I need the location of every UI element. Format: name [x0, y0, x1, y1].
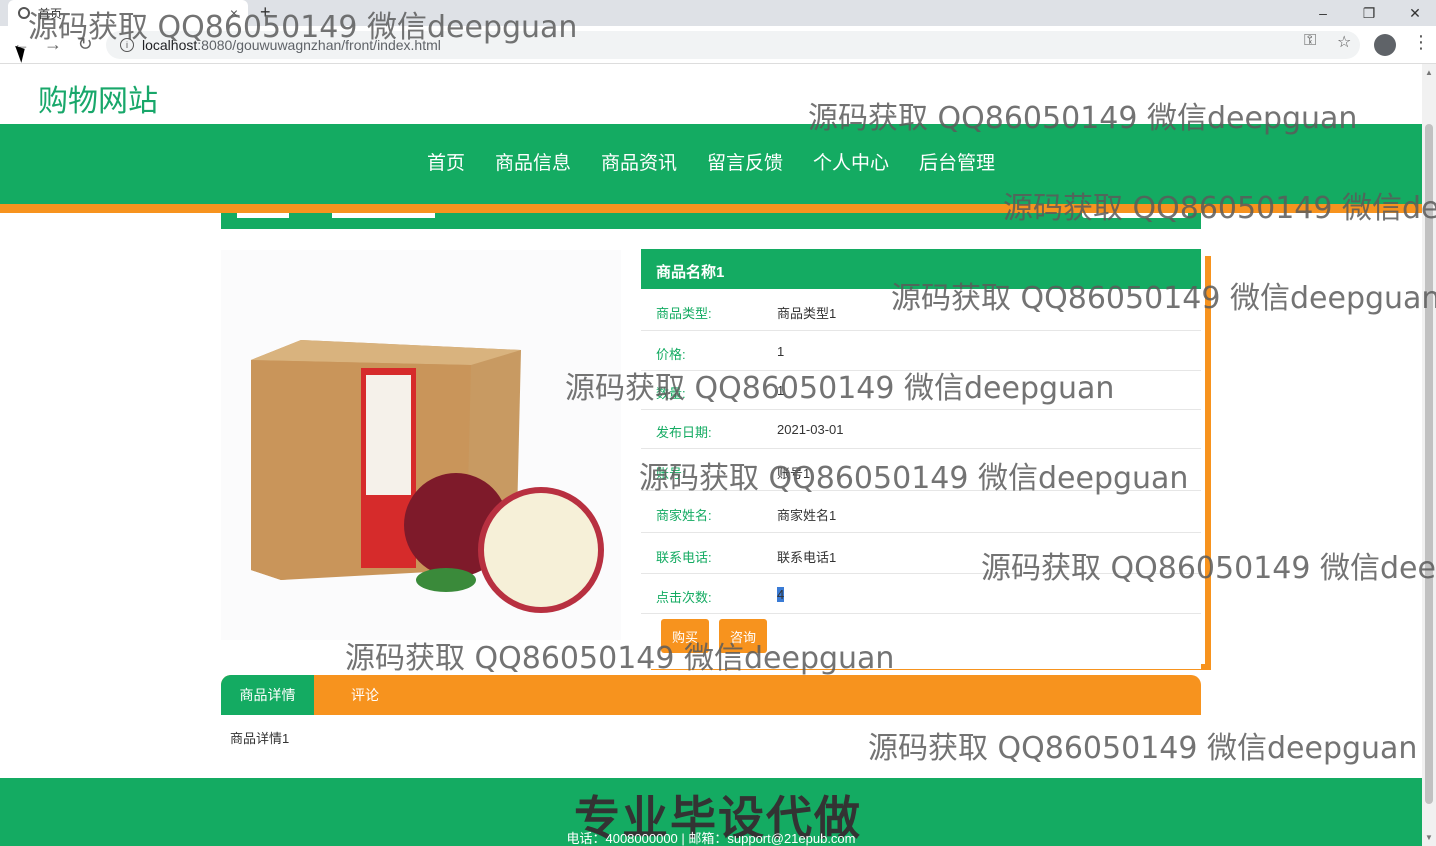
star-icon[interactable]: ☆: [1337, 32, 1351, 52]
field-label: 发布日期:: [656, 425, 712, 440]
new-tab-button[interactable]: +: [260, 2, 271, 23]
tab-close-icon[interactable]: ×: [230, 5, 238, 21]
page-scrollbar[interactable]: ▲ ▼: [1422, 64, 1436, 846]
site-title[interactable]: 购物网站: [38, 76, 158, 120]
nav-item-feedback[interactable]: 留言反馈: [707, 148, 783, 175]
field-label: 账号:: [656, 466, 686, 481]
product-image: [221, 250, 621, 640]
field-label: 价格:: [656, 347, 686, 362]
field-value: 商家姓名1: [777, 508, 837, 523]
tab-title: 首页: [38, 6, 63, 21]
maximize-button[interactable]: ❐: [1346, 0, 1392, 26]
address-bar[interactable]: i localhost:8080/gouwuwagnzhan/front/ind…: [106, 31, 1360, 59]
browser-tab[interactable]: 首页 ×: [8, 0, 248, 26]
scroll-down-icon[interactable]: ▼: [1425, 833, 1433, 842]
search-box[interactable]: [1082, 213, 1188, 218]
nav-item-products[interactable]: 商品信息: [495, 148, 571, 175]
main-nav: 首页 商品信息 商品资讯 留言反馈 个人中心 后台管理: [0, 124, 1422, 204]
field-row: 商家姓名: 商家姓名1: [641, 491, 1201, 533]
field-value: 商品类型1: [777, 306, 837, 321]
field-value: 账号1: [777, 466, 811, 481]
minimize-button[interactable]: –: [1300, 0, 1346, 26]
field-label: 数量:: [656, 386, 686, 401]
field-row: 联系电话: 联系电话1: [641, 533, 1201, 574]
field-row: 商品类型: 商品类型1: [641, 289, 1201, 331]
field-row: 账号: 账号1: [641, 449, 1201, 491]
profile-avatar-icon[interactable]: [1374, 34, 1396, 56]
breadcrumb-bar: [221, 213, 1201, 229]
field-value: 1: [777, 344, 785, 359]
globe-icon: [18, 7, 30, 19]
field-row: 价格: 1: [641, 331, 1201, 371]
field-value: 联系电话1: [777, 550, 837, 565]
field-label: 商家姓名:: [656, 508, 712, 523]
tab-product-details[interactable]: 商品详情: [221, 675, 314, 715]
field-value: 1: [777, 383, 785, 398]
field-label: 商品类型:: [656, 306, 712, 321]
product-name: 商品名称1: [641, 249, 1201, 289]
field-value: 2021-03-01: [777, 422, 844, 437]
tab-strip: 首页 × + – ❐ ✕: [0, 0, 1436, 26]
field-row: 发布日期: 2021-03-01: [641, 410, 1201, 449]
footer-contact: 电话：4008000000 | 邮箱：support@21epub.com: [566, 831, 856, 846]
nav-item-admin[interactable]: 后台管理: [919, 148, 995, 175]
forward-button[interactable]: →: [42, 34, 64, 55]
close-window-button[interactable]: ✕: [1392, 0, 1436, 26]
page-content: 购物网站 首页 商品信息 商品资讯 留言反馈 个人中心 后台管理 商品名称1 商…: [0, 64, 1422, 846]
field-row: 数量: 1: [641, 371, 1201, 410]
reload-button[interactable]: ↻: [74, 34, 96, 55]
field-label: 联系电话:: [656, 550, 712, 565]
buy-button[interactable]: 购买: [661, 619, 709, 653]
breadcrumb-tab[interactable]: [237, 213, 289, 218]
url-path: :8080/gouwuwagnzhan/front/index.html: [197, 37, 441, 53]
field-row: 点击次数: 4: [641, 574, 1201, 614]
info-icon[interactable]: i: [120, 38, 134, 52]
browser-menu-icon[interactable]: ⋮: [1412, 32, 1430, 53]
product-detail-content: 商品详情1: [230, 731, 290, 746]
tab-comments[interactable]: 评论: [315, 675, 415, 715]
consult-button[interactable]: 咨询: [719, 619, 767, 653]
scrollbar-thumb[interactable]: [1425, 124, 1433, 804]
breadcrumb-tab[interactable]: [332, 213, 435, 218]
browser-chrome: 首页 × + – ❐ ✕ ← → ↻ i localhost:8080/gouw…: [0, 0, 1436, 64]
footer: 专业毕设代做 电话：4008000000 | 邮箱：support@21epub…: [0, 778, 1422, 846]
url-host: localhost: [142, 37, 198, 53]
key-icon[interactable]: ⚿: [1304, 32, 1316, 50]
detail-tabs: 商品详情 评论: [221, 675, 1201, 715]
field-label: 点击次数:: [656, 590, 712, 605]
scroll-up-icon[interactable]: ▲: [1425, 68, 1433, 77]
nav-accent-line: [0, 204, 1422, 213]
nav-item-news[interactable]: 商品资讯: [601, 148, 677, 175]
nav-item-home[interactable]: 首页: [427, 148, 465, 175]
browser-toolbar: ← → ↻ i localhost:8080/gouwuwagnzhan/fro…: [0, 26, 1436, 64]
field-value: 4: [777, 587, 785, 602]
nav-item-profile[interactable]: 个人中心: [813, 148, 889, 175]
